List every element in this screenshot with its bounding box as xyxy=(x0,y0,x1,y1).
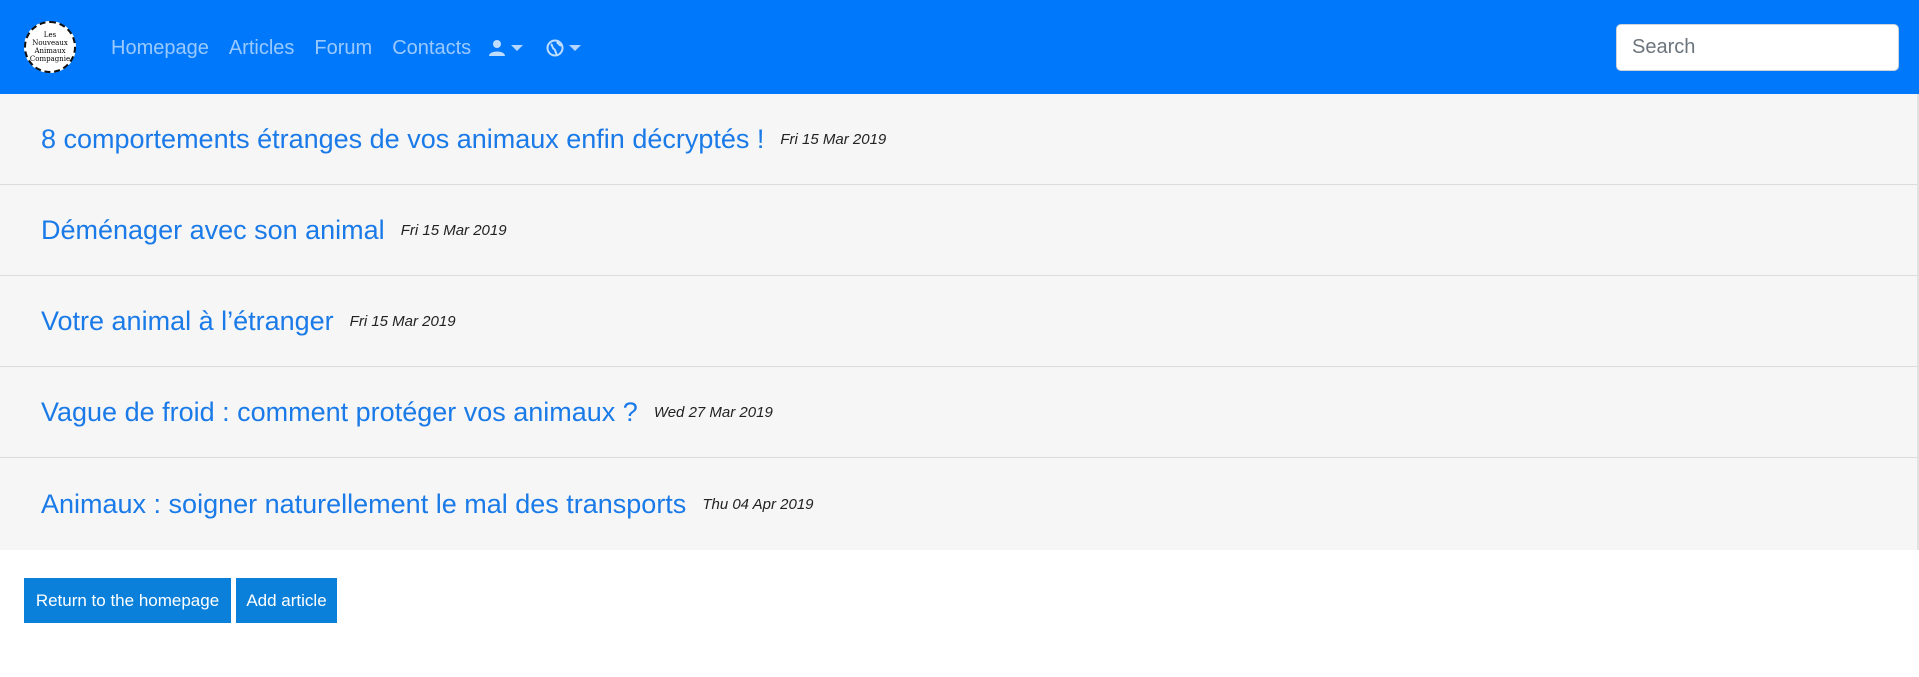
globe-icon xyxy=(546,39,564,57)
list-item: Animaux : soigner naturellement le mal d… xyxy=(0,458,1917,550)
site-logo[interactable]: Les Nouveaux Animaux Compagnie xyxy=(24,21,76,73)
list-item: Votre animal à l’étranger Fri 15 Mar 201… xyxy=(0,276,1917,367)
logo-line-2: Nouveaux xyxy=(32,39,68,47)
article-list: 8 comportements étranges de vos animaux … xyxy=(0,94,1919,550)
article-title-link[interactable]: 8 comportements étranges de vos animaux … xyxy=(41,124,764,155)
list-item: 8 comportements étranges de vos animaux … xyxy=(0,94,1917,185)
article-title-link[interactable]: Vague de froid : comment protéger vos an… xyxy=(41,397,638,428)
navbar: Les Nouveaux Animaux Compagnie Homepage … xyxy=(0,0,1919,94)
chevron-down-icon xyxy=(511,45,523,51)
article-date: Thu 04 Apr 2019 xyxy=(702,495,814,513)
nav-link-contacts[interactable]: Contacts xyxy=(392,34,471,62)
article-date: Wed 27 Mar 2019 xyxy=(653,403,773,421)
article-date: Fri 15 Mar 2019 xyxy=(400,221,507,239)
return-homepage-button[interactable]: Return to the homepage xyxy=(24,578,231,623)
nav-links: Homepage Articles Forum Contacts xyxy=(111,34,491,62)
user-dropdown[interactable] xyxy=(488,34,523,62)
add-article-button[interactable]: Add article xyxy=(236,578,337,623)
list-item: Déménager avec son animal Fri 15 Mar 201… xyxy=(0,185,1917,276)
user-icon xyxy=(489,40,505,56)
nav-link-homepage[interactable]: Homepage xyxy=(111,34,209,62)
article-title-link[interactable]: Votre animal à l’étranger xyxy=(41,306,334,337)
logo-line-1: Les xyxy=(43,31,57,39)
article-title-link[interactable]: Animaux : soigner naturellement le mal d… xyxy=(41,489,686,520)
logo-line-3: Animaux xyxy=(34,47,66,55)
logo-line-4: Compagnie xyxy=(29,55,71,63)
nav-link-articles[interactable]: Articles xyxy=(229,34,295,62)
nav-link-forum[interactable]: Forum xyxy=(314,34,372,62)
search-input[interactable] xyxy=(1616,24,1899,71)
chevron-down-icon xyxy=(569,45,581,51)
list-item: Vague de froid : comment protéger vos an… xyxy=(0,367,1917,458)
article-date: Fri 15 Mar 2019 xyxy=(780,130,887,148)
article-date: Fri 15 Mar 2019 xyxy=(349,312,456,330)
language-dropdown[interactable] xyxy=(546,34,581,62)
article-title-link[interactable]: Déménager avec son animal xyxy=(41,215,385,246)
